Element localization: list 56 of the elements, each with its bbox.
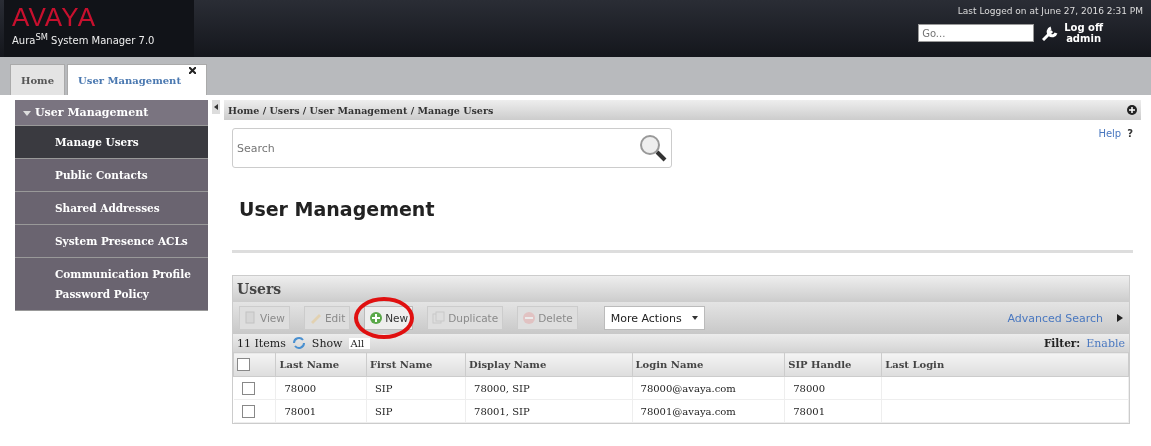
select-all-checkbox[interactable] xyxy=(237,358,250,371)
sidebar-group[interactable]: User Management xyxy=(15,100,208,126)
column-header[interactable]: Last Name xyxy=(275,352,367,377)
column-header[interactable]: Last Login xyxy=(881,352,1129,377)
sidebar-item[interactable]: Manage Users xyxy=(15,126,208,159)
expand-arrow-icon[interactable] xyxy=(1117,314,1123,322)
plus-circle-icon[interactable] xyxy=(1127,105,1137,115)
tab[interactable]: Home xyxy=(10,64,66,95)
logoff-link[interactable]: Log off admin xyxy=(1042,22,1143,44)
column-header[interactable]: First Name xyxy=(366,352,466,377)
table-cell: 78001 xyxy=(793,405,825,417)
help-link[interactable]: Help xyxy=(1098,128,1122,139)
expanded-triangle-icon xyxy=(23,108,31,117)
filter-link[interactable]: Enable xyxy=(1086,336,1125,350)
column-header[interactable]: Display Name xyxy=(465,352,633,377)
breadcrumb: Home / Users / User Management / Manage Users xyxy=(228,104,494,116)
caret-icon xyxy=(691,316,698,320)
panel-title: Users xyxy=(233,276,1129,302)
search-field[interactable]: Search xyxy=(232,128,672,168)
show-dropdown[interactable]: All xyxy=(348,337,371,349)
close-icon[interactable] xyxy=(189,67,196,74)
table-cell: SIP xyxy=(374,405,393,417)
last-logged-text: Last Logged on at June 27, 2016 2:31 PM xyxy=(957,6,1143,16)
refresh-icon[interactable] xyxy=(291,336,306,350)
new-icon xyxy=(369,311,384,325)
page-heading: User Management xyxy=(239,198,436,220)
table-cell: 78000, SIP xyxy=(474,382,530,394)
table-cell: 78001, SIP xyxy=(474,405,530,417)
avaya-logo: AVAYA xyxy=(12,2,97,32)
sidebar-item[interactable]: Communication Profile Password Policy xyxy=(15,258,208,311)
more-actions-dropdown[interactable]: More Actions xyxy=(603,306,705,330)
sidebar-item[interactable]: Public Contacts xyxy=(15,159,208,192)
search-icon[interactable] xyxy=(638,133,668,163)
column-header[interactable]: SIP Handle xyxy=(784,352,882,377)
item-count: 11 Items xyxy=(237,336,286,350)
table-cell: 78001@avaya.com xyxy=(640,405,736,417)
table-cell: 78000@avaya.com xyxy=(640,382,736,394)
table-cell: 78000 xyxy=(793,382,825,394)
tab[interactable]: User Management xyxy=(67,64,207,95)
show-label: Show xyxy=(311,336,343,350)
column-header[interactable]: Login Name xyxy=(632,352,785,377)
help-mark[interactable]: ? xyxy=(1127,128,1133,139)
sidebar-item[interactable]: Shared Addresses xyxy=(15,192,208,225)
row-checkbox[interactable] xyxy=(241,381,255,395)
table-cell: 78000 xyxy=(284,382,317,394)
collapse-icon[interactable] xyxy=(212,100,220,114)
filter-label: Filter: xyxy=(1043,337,1081,349)
row-checkbox[interactable] xyxy=(241,404,255,418)
table-cell: SIP xyxy=(374,382,393,394)
go-field[interactable]: Go... xyxy=(918,24,1035,42)
sidebar-item[interactable]: System Presence ACLs xyxy=(15,225,208,258)
toolbar-button[interactable]: New xyxy=(364,306,414,330)
advanced-search-link[interactable]: Advanced Search xyxy=(1007,311,1103,325)
table-cell: 78001 xyxy=(284,405,317,417)
delete-icon xyxy=(522,311,537,325)
product-name: Aura$^{SM}$ System Manager 7.0 xyxy=(12,32,156,47)
